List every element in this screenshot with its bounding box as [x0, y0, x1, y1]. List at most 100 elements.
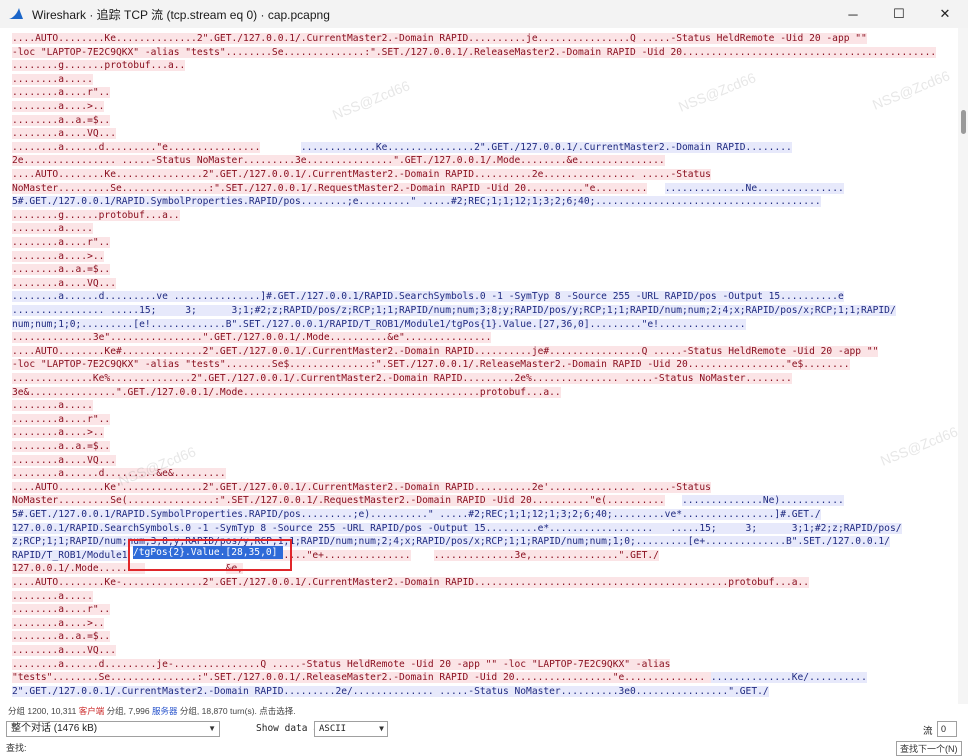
client-bytes: NoMaster.........Se(...............:".SE… [12, 495, 665, 507]
stream-line: 2".GET./127.0.0.1/.CurrentMaster2.-Domai… [12, 685, 769, 698]
stream-line: ........a....>.. [12, 250, 105, 263]
server-bytes: 5#.GET./127.0.0.1/RAPID.SymbolProperties… [12, 196, 821, 208]
stream-line: ....AUTO........Ke-..............2".GET.… [12, 576, 810, 589]
server-bytes: 2".GET./127.0.0.1/.CurrentMaster2.-Domai… [12, 685, 769, 697]
stream-number-spinbox[interactable]: 0 [937, 721, 957, 737]
client-bytes: ..............3e,...............".GET./ [433, 549, 659, 561]
stream-line: ........a..a.=$.. [12, 440, 111, 453]
stream-line: ........a....>.. [12, 426, 105, 439]
stream-line: ........g......protobuf...a.. [12, 209, 180, 222]
show-data-select[interactable]: ASCII ▼ [314, 721, 388, 737]
find-next-button[interactable]: 查找下一个(N) [896, 741, 962, 756]
find-label: 查找: [6, 743, 27, 753]
stream-line: 3e&...............".GET./127.0.0.1/.Mode… [12, 386, 561, 399]
server-bytes: num;num;1;0;.........[e!.............B".… [12, 318, 746, 330]
stream-line: ........a....VQ... [12, 644, 116, 657]
stream-line: ................ .....15; 3; 3;1;#2;z;RA… [12, 304, 896, 317]
wireshark-fin-icon [8, 6, 24, 22]
server-bytes: 5#.GET./127.0.0.1/RAPID.SymbolProperties… [12, 509, 821, 520]
conversation-select[interactable]: 整个对话 (1476 kB) ▼ [6, 721, 220, 737]
client-bytes: ....AUTO........Ke..............2".GET./… [12, 33, 867, 44]
chevron-down-icon: ▼ [379, 724, 384, 733]
close-button[interactable]: ✕ [922, 0, 968, 28]
scroll-thumb[interactable] [961, 110, 966, 134]
client-bytes: ....AUTO........Ke#..............2".GET.… [12, 345, 879, 357]
stream-line: ........a..... [12, 73, 93, 86]
status-prefix: 分组 1200, 10,311 [8, 706, 77, 716]
show-data-select-value: ASCII [319, 724, 347, 734]
stream-line: ........a....r".. [12, 603, 111, 616]
stream-content[interactable]: ....AUTO........Ke..............2".GET./… [0, 28, 958, 704]
stream-line: ........a....VQ... [12, 454, 116, 467]
chevron-down-icon: ▼ [208, 724, 216, 733]
client-bytes: ....AUTO........Ke-..............2".GET.… [12, 577, 810, 588]
stream-line: 2e................ .....-Status NoMaster… [12, 154, 665, 167]
stream-line: ........a..... [12, 222, 93, 235]
stream-line: ........a..a.=$.. [12, 630, 111, 643]
vertical-scrollbar[interactable] [958, 28, 968, 704]
client-bytes: 127.0.0.1/.Mode........ [12, 563, 145, 575]
client-bytes: ........g......protobuf...a.. [12, 209, 180, 221]
server-bytes: ................ .....15; 3; 3;1;#2;z;RA… [12, 305, 896, 316]
stream-line: ........a..... [12, 590, 93, 603]
client-bytes: ........a....>.. [12, 617, 105, 629]
server-bytes: RAPID/T_ROB1/Module1 [12, 549, 128, 561]
stream-line: 5#.GET./127.0.0.1/RAPID.SymbolProperties… [12, 508, 821, 521]
window-title: Wireshark · 追踪 TCP 流 (tcp.stream eq 0) ·… [32, 7, 330, 22]
client-bytes: ........a..... [12, 73, 93, 85]
stream-line: ........a......d.........je-............… [12, 658, 671, 671]
maximize-button[interactable]: ☐ [876, 0, 922, 28]
client-bytes: ........a....>.. [12, 250, 105, 262]
stream-line: ....AUTO........Ke'..............2".GET.… [12, 481, 711, 494]
server-bytes: ..............Ke/.......... [710, 672, 867, 684]
client-bytes: ........a....VQ... [12, 645, 116, 656]
client-bytes: ........a....r".. [12, 237, 111, 248]
client-bytes: 2e................ .....-Status NoMaster… [12, 155, 665, 167]
client-bytes: ........a....>.. [12, 101, 105, 112]
client-bytes: ........a..a.=$.. [12, 114, 111, 126]
status-server: 服务器 [152, 706, 178, 716]
stream-line: -loc "LAPTOP-7E2C9QKX" -alias "tests"...… [12, 46, 937, 59]
client-bytes: ........a......d........."e.............… [12, 141, 261, 153]
client-bytes: -loc "LAPTOP-7E2C9QKX" -alias "tests"...… [12, 46, 937, 58]
stream-line: ..............3e"................".GET./… [12, 331, 492, 344]
status-mid: 分组, 7,996 [106, 706, 150, 716]
server-bytes: 127.0.0.1/RAPID.SearchSymbols.0 -1 -SymT… [12, 522, 902, 534]
client-bytes: -loc "LAPTOP-7E2C9QKX" -alias "tests"...… [12, 359, 850, 371]
stream-line: ....AUTO........Ke#..............2".GET.… [12, 345, 879, 358]
stream-line: ........g.......protobuf...a.. [12, 59, 186, 72]
stream-line: ....AUTO........Ke..............2".GET./… [12, 32, 867, 45]
stream-line: ........a....VQ... [12, 277, 116, 290]
stream-line: ........a..a.=$.. [12, 114, 111, 127]
stream-line: NoMaster.........Se(...............:".SE… [12, 494, 844, 507]
client-bytes: ........g.......protobuf...a.. [12, 60, 186, 72]
stream-line: ........a..... [12, 399, 93, 412]
server-bytes: ........a......d.........ve ............… [12, 291, 844, 303]
conversation-select-value: 整个对话 (1476 kB) [11, 723, 98, 734]
client-bytes: ....AUTO........Ke'..............2".GET.… [12, 481, 711, 493]
client-bytes: ........a....r".. [12, 604, 111, 616]
status-line: 分组 1200, 10,311 客户端 分组, 7,996 服务器 分组, 18… [0, 704, 968, 718]
server-bytes: ..............Ne............... [664, 182, 844, 194]
annotation-box [128, 539, 292, 571]
client-bytes: ........a..a.=$.. [12, 441, 111, 452]
client-bytes: ........a....VQ... [12, 128, 116, 140]
client-bytes: ........a..... [12, 590, 93, 602]
client-bytes: ........a..... [12, 400, 93, 412]
client-bytes: ........a....>.. [12, 427, 105, 439]
client-bytes: ..............Ke%..............2".GET./1… [12, 373, 792, 384]
stream-line: 127.0.0.1/RAPID.SearchSymbols.0 -1 -SymT… [12, 522, 902, 535]
stream-line: ........a....r".. [12, 86, 111, 99]
server-bytes: .............Ke...............2".GET./12… [300, 141, 792, 153]
minimize-button[interactable]: ─ [830, 0, 876, 28]
stream-line: ........a....r".. [12, 236, 111, 249]
stream-line: ....AUTO........Ke...............2".GET.… [12, 168, 711, 181]
stream-line: ........a....r".. [12, 413, 111, 426]
client-bytes: ........a....VQ... [12, 277, 116, 289]
bottom-controls: 整个对话 (1476 kB) ▼ Show data as ASCII ▼ 流 … [0, 719, 968, 756]
stream-line: RAPID/T_ROB1/Module1 ........"e+........… [12, 549, 659, 562]
